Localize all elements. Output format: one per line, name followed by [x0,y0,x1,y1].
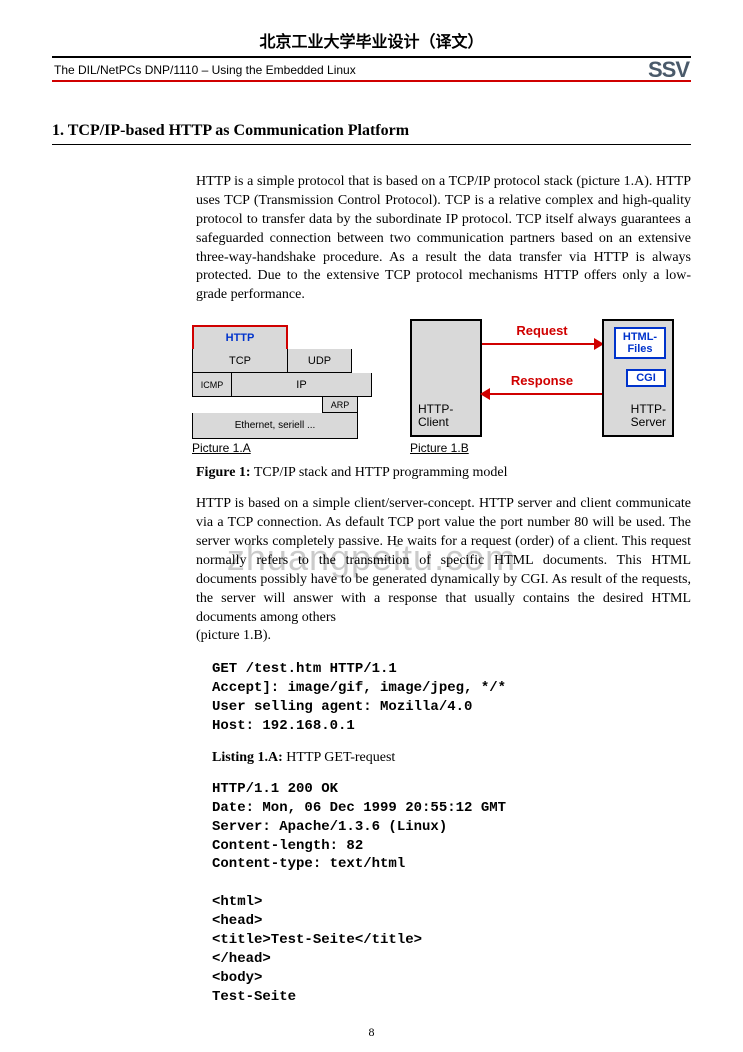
http-client-box: HTTP- Client [410,319,482,437]
page-title-cn: 北京工业大学毕业设计（译文） [0,0,743,56]
stack-icmp: ICMP [192,373,232,397]
response-label: Response [482,373,602,388]
sub-header: The DIL/NetPCs DNP/1110 – Using the Embe… [52,56,691,82]
arrow-left-icon [480,388,490,400]
listing-1b-code: HTTP/1.1 200 OK Date: Mon, 06 Dec 1999 2… [212,780,691,1007]
stack-ethernet: Ethernet, seriell ... [192,413,358,439]
stack-tcp: TCP [192,349,288,373]
sub-header-text: The DIL/NetPCs DNP/1110 – Using the Embe… [52,63,356,77]
para2-tail: (picture 1.B). [196,627,691,646]
picture-1a: HTTP TCP UDP ICMP IP ARP Ethernet, serie… [192,325,372,455]
listing-1a-label: Listing 1.A: HTTP GET-request [212,750,691,766]
picture-1b: HTTP- Client Request Response HTML- File… [410,319,674,455]
listing-1a-bold: Listing 1.A: [212,750,283,765]
server-label: HTTP- Server [631,403,666,429]
picture-1a-label: Picture 1.A [192,441,372,455]
stack-arp: ARP [322,397,358,413]
http-server-box: HTML- Files CGI HTTP- Server [602,319,674,437]
figure-caption-text: TCP/IP stack and HTTP programming model [251,465,508,480]
figure-caption-bold: Figure 1: [196,465,251,480]
paragraph-2: HTTP is based on a simple client/server-… [196,495,691,646]
para2-text: HTTP is based on a simple client/server-… [196,495,691,627]
stack-ip: IP [232,373,372,397]
figure-1-caption: Figure 1: TCP/IP stack and HTTP programm… [196,465,691,481]
picture-1b-label: Picture 1.B [410,441,674,455]
stack-http: HTTP [192,325,288,351]
section-heading: 1. TCP/IP-based HTTP as Communication Pl… [52,122,691,145]
html-files-box: HTML- Files [614,327,666,359]
para1-text: HTTP is a simple protocol that is based … [196,173,691,305]
cgi-box: CGI [626,369,666,387]
arrows: Request Response [482,319,602,437]
client-label: HTTP- Client [418,403,453,429]
paragraph-1: HTTP is a simple protocol that is based … [196,173,691,305]
page-number: 8 [0,1025,743,1040]
listing-1a-rest: HTTP GET-request [283,750,396,765]
stack-udp: UDP [288,349,352,373]
request-label: Request [482,323,602,338]
ssv-logo: SSV [648,59,691,81]
figure-1: HTTP TCP UDP ICMP IP ARP Ethernet, serie… [192,319,691,455]
listing-1a-code: GET /test.htm HTTP/1.1 Accept]: image/gi… [212,660,691,736]
